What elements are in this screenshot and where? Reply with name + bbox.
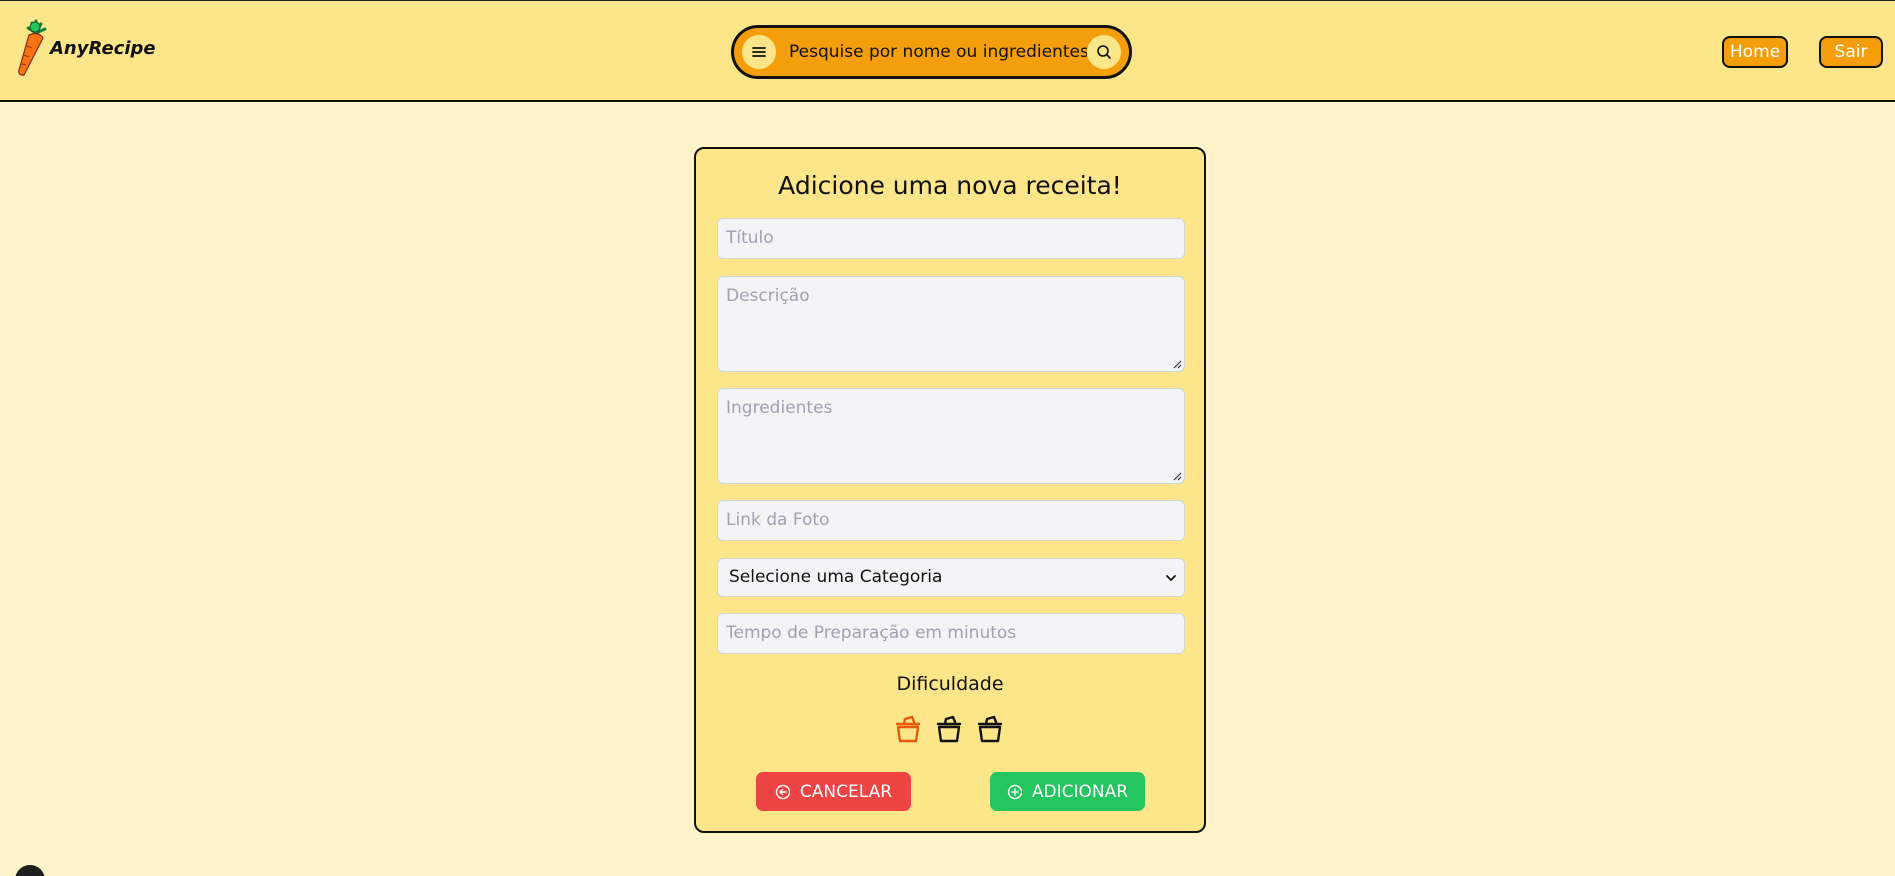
title-input[interactable]: Título <box>717 218 1185 259</box>
photo-link-input[interactable]: Link da Foto <box>717 500 1185 541</box>
description-textarea[interactable]: Descrição <box>717 276 1185 372</box>
search-input[interactable]: Pesquise por nome ou ingredientes <box>776 42 1087 62</box>
resize-grip-icon[interactable] <box>1172 359 1182 369</box>
arrow-left-circle-icon <box>775 784 791 799</box>
plus-circle-icon <box>1007 784 1023 799</box>
menu-icon <box>752 47 766 57</box>
search-bar[interactable]: Pesquise por nome ou ingredientes <box>731 25 1132 79</box>
cooking-pot-icon[interactable] <box>894 714 922 744</box>
category-selected-value: Selecione uma Categoria <box>729 567 943 587</box>
cooking-pot-icon[interactable] <box>976 714 1004 744</box>
ingredients-placeholder: Ingredientes <box>726 398 833 418</box>
cooking-pot-icon[interactable] <box>935 714 963 744</box>
description-placeholder: Descrição <box>726 286 810 306</box>
cancel-button[interactable]: CANCELAR <box>756 772 911 811</box>
resize-grip-icon[interactable] <box>1172 471 1182 481</box>
nav-logout-button[interactable]: Sair <box>1819 36 1883 68</box>
new-recipe-form: Adicione uma nova receita! Título Descri… <box>694 147 1206 833</box>
search-button[interactable] <box>1087 35 1121 69</box>
top-navbar: AnyRecipe Pesquise por nome ou ingredien… <box>0 0 1895 102</box>
carrot-logo-icon <box>18 19 47 76</box>
search-icon <box>1097 45 1111 59</box>
nav-home-button[interactable]: Home <box>1722 36 1788 68</box>
difficulty-rating <box>894 714 1004 744</box>
form-title: Adicione uma nova receita! <box>778 171 1122 200</box>
brand-name: AnyRecipe <box>50 37 156 59</box>
cancel-label: CANCELAR <box>799 781 893 802</box>
floating-widget-button[interactable] <box>15 865 45 876</box>
chevron-down-icon <box>1166 575 1176 582</box>
add-label: ADICIONAR <box>1031 781 1129 802</box>
add-button[interactable]: ADICIONAR <box>990 772 1145 811</box>
difficulty-label: Dificuldade <box>896 673 1004 695</box>
brand-logo[interactable]: AnyRecipe <box>14 19 156 77</box>
menu-button[interactable] <box>742 35 776 69</box>
category-select[interactable]: Selecione uma Categoria <box>717 558 1185 597</box>
prep-time-input[interactable]: Tempo de Preparação em minutos <box>717 613 1185 654</box>
ingredients-textarea[interactable]: Ingredientes <box>717 388 1185 484</box>
